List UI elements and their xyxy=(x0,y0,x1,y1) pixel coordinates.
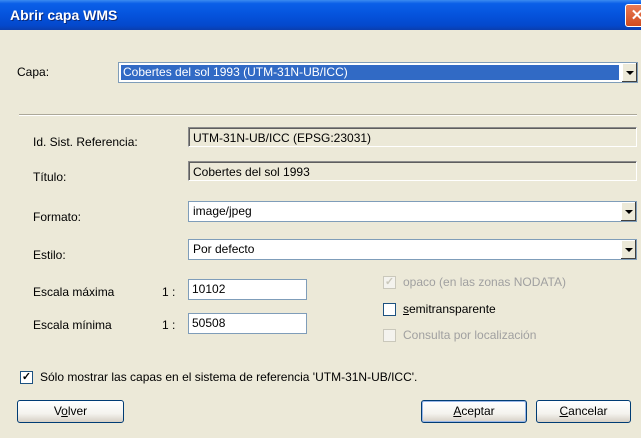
estilo-dropdown-button[interactable] xyxy=(620,240,636,259)
chevron-down-icon xyxy=(625,248,633,252)
escala-min-prefix: 1 : xyxy=(162,318,176,332)
capa-dropdown-button[interactable] xyxy=(621,63,637,82)
ref-system-value: UTM-31N-UB/ICC (EPSG:23031) xyxy=(188,127,637,147)
volver-button[interactable]: Volver xyxy=(17,400,124,423)
capa-label: Capa: xyxy=(17,65,50,79)
cancelar-button[interactable]: Cancelar xyxy=(536,400,631,423)
window-title: Abrir capa WMS xyxy=(10,7,118,23)
formato-dropdown-button[interactable] xyxy=(620,202,636,221)
aceptar-button[interactable]: Aceptar xyxy=(421,400,527,423)
escala-min-input[interactable]: 50508 xyxy=(188,313,307,334)
opaco-label: opaco (en las zonas NODATA) xyxy=(403,275,566,289)
filter-label: Sólo mostrar las capas en el sistema de … xyxy=(40,370,418,384)
chevron-down-icon xyxy=(625,210,633,214)
filter-checkbox[interactable]: ✓ xyxy=(20,371,33,384)
capa-select-value: Cobertes del sol 1993 (UTM-31N-UB/ICC) xyxy=(121,65,619,80)
chevron-down-icon xyxy=(626,71,634,75)
formato-label: Formato: xyxy=(33,210,82,224)
dialog-window: Abrir capa WMS ✕ Capa: Cobertes del sol … xyxy=(0,0,641,438)
escala-min-label: Escala mínima xyxy=(33,318,112,332)
estilo-label: Estilo: xyxy=(33,248,66,262)
escala-max-label: Escala máxima xyxy=(33,285,115,299)
consulta-checkbox[interactable] xyxy=(383,329,396,342)
escala-max-input[interactable]: 10102 xyxy=(188,279,307,300)
formato-select-value: image/jpeg xyxy=(193,204,252,218)
titulo-value: Cobertes del sol 1993 xyxy=(188,161,637,181)
consulta-label: Consulta por localización xyxy=(403,328,537,342)
ref-system-label: Id. Sist. Referencia: xyxy=(33,135,138,149)
semitransparente-checkbox[interactable] xyxy=(383,303,396,316)
titulo-label: Título: xyxy=(33,170,67,184)
escala-max-prefix: 1 : xyxy=(162,285,176,299)
formato-select[interactable]: image/jpeg xyxy=(188,201,637,222)
check-icon: ✓ xyxy=(21,371,32,383)
semitransparente-label: semitransparente xyxy=(403,302,496,316)
title-bar: Abrir capa WMS ✕ xyxy=(0,0,641,30)
opaco-checkbox[interactable]: ✓ xyxy=(383,276,396,289)
estilo-select-value: Por defecto xyxy=(193,242,255,256)
capa-select[interactable]: Cobertes del sol 1993 (UTM-31N-UB/ICC) xyxy=(118,62,638,83)
close-button[interactable]: ✕ xyxy=(625,4,641,27)
estilo-select[interactable]: Por defecto xyxy=(188,239,637,260)
check-icon: ✓ xyxy=(384,276,395,288)
